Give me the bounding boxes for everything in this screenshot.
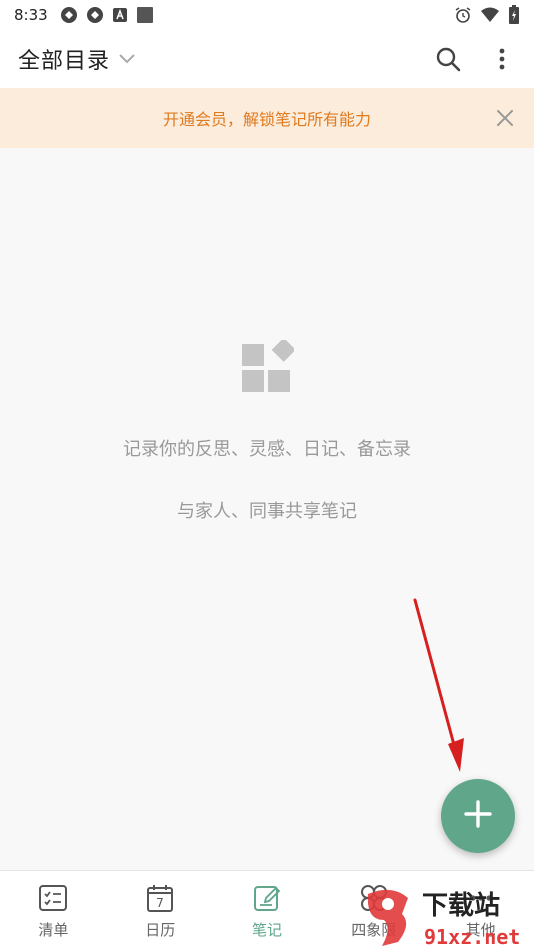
app-bar: 全部目录 <box>0 30 534 88</box>
note-edit-icon <box>252 883 282 913</box>
directory-title[interactable]: 全部目录 <box>18 43 110 75</box>
vip-banner-text[interactable]: 开通会员，解锁笔记所有能力 <box>163 106 371 130</box>
alarm-icon <box>454 6 472 24</box>
more-vertical-icon[interactable] <box>488 45 516 73</box>
nav-item-checklist[interactable]: 清单 <box>0 871 107 950</box>
watermark-line2: 91xz.net <box>424 925 520 949</box>
square-icon <box>136 6 154 24</box>
close-icon[interactable] <box>494 107 516 129</box>
plus-icon <box>462 798 494 834</box>
empty-state-line2: 与家人、同事共享笔记 <box>177 501 357 522</box>
annotation-arrow <box>408 596 468 776</box>
a-badge-icon <box>112 7 128 23</box>
widgets-icon <box>240 337 296 394</box>
status-right-icons <box>454 5 520 25</box>
screen: 8:33 全部目录 开通会员，解锁笔记所有能力 记录你的反思、灵感、日记、备忘录… <box>0 0 534 950</box>
app-actions <box>434 45 516 73</box>
wifi-icon <box>480 6 500 24</box>
nav-label-notes: 笔记 <box>251 921 282 939</box>
status-left-icons <box>60 6 154 24</box>
watermark: 下载站 91xz.net <box>362 884 532 950</box>
nav-item-calendar[interactable]: 7 日历 <box>107 871 214 950</box>
status-time: 8:33 <box>14 6 48 24</box>
empty-state-line1: 记录你的反思、灵感、日记、备忘录 <box>123 439 411 460</box>
chevron-down-icon[interactable] <box>118 53 136 65</box>
add-note-button[interactable] <box>441 779 515 853</box>
calendar-day: 7 <box>156 896 164 910</box>
status-bar: 8:33 <box>0 0 534 30</box>
vip-banner[interactable]: 开通会员，解锁笔记所有能力 <box>0 88 534 148</box>
nav-label-checklist: 清单 <box>38 921 69 939</box>
nav-label-calendar: 日历 <box>145 921 176 939</box>
sync-icon <box>86 6 104 24</box>
battery-icon <box>508 5 520 25</box>
watermark-line1: 下载站 <box>422 891 500 921</box>
search-icon[interactable] <box>434 45 462 73</box>
sync-icon <box>60 6 78 24</box>
nav-item-notes[interactable]: 笔记 <box>214 871 321 950</box>
checklist-icon <box>38 883 68 913</box>
calendar-icon: 7 <box>145 883 175 913</box>
